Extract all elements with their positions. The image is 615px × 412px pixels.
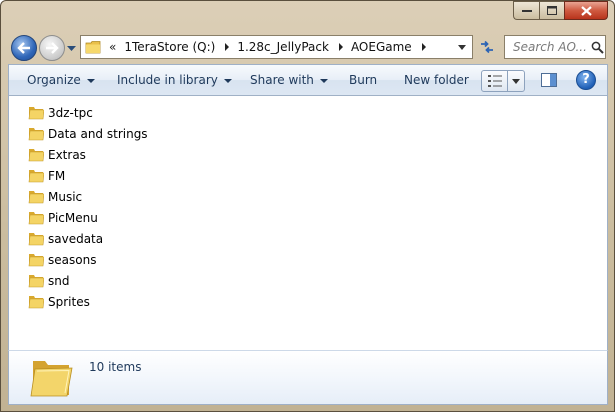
search-input[interactable] <box>513 40 589 54</box>
folder-icon <box>28 106 44 119</box>
folder-icon <box>28 295 44 308</box>
chevron-down-icon <box>223 78 232 83</box>
folder-icon <box>28 190 44 203</box>
forward-arrow-icon <box>46 42 59 54</box>
maximize-icon <box>547 6 557 15</box>
chevron-down-icon <box>86 78 95 83</box>
burn-label: Burn <box>349 73 378 87</box>
item-name: 3dz-tpc <box>48 105 93 120</box>
list-item[interactable]: Extras <box>28 144 86 165</box>
list-item[interactable]: 3dz-tpc <box>28 102 93 123</box>
folder-icon <box>28 274 44 287</box>
change-view-control <box>481 70 525 92</box>
breadcrumb-aoegame[interactable]: AOEGame <box>351 40 412 54</box>
list-item[interactable]: PicMenu <box>28 207 98 228</box>
maximize-button[interactable] <box>539 1 564 20</box>
share-with-menu[interactable]: Share with <box>250 65 328 95</box>
folder-icon <box>28 169 44 182</box>
close-button[interactable] <box>564 1 608 20</box>
close-icon <box>580 5 592 16</box>
view-dropdown-button[interactable] <box>508 71 524 91</box>
list-item[interactable]: seasons <box>28 249 96 270</box>
chevron-down-icon <box>319 78 328 83</box>
item-name: Data and strings <box>48 126 148 141</box>
search-box[interactable] <box>504 35 606 59</box>
command-bar: Organize Include in library Share with B… <box>8 64 608 96</box>
organize-label: Organize <box>27 73 81 87</box>
folder-icon <box>28 127 44 140</box>
folder-icon <box>85 41 101 54</box>
organize-menu[interactable]: Organize <box>27 65 95 95</box>
change-view-button[interactable] <box>482 71 509 91</box>
folder-icon <box>28 253 44 266</box>
list-item[interactable]: FM <box>28 165 65 186</box>
minimize-icon <box>521 9 532 12</box>
refresh-icon <box>481 40 493 54</box>
caption-buttons <box>513 1 608 20</box>
recent-pages-dropdown-icon[interactable] <box>67 44 76 52</box>
folder-icon <box>28 148 44 161</box>
burn-button[interactable]: Burn <box>349 65 377 95</box>
file-list: 3dz-tpc Data and strings Extras FM Music… <box>8 96 608 350</box>
address-bar[interactable]: « 1TeraStore (Q:) 1.28c_JellyPack AOEGam… <box>80 35 473 59</box>
item-count: 10 items <box>89 360 142 374</box>
item-name: PicMenu <box>48 210 98 225</box>
forward-button[interactable] <box>39 35 65 61</box>
chevron-down-icon <box>512 78 521 84</box>
list-item[interactable]: Sprites <box>28 291 90 312</box>
address-history-dropdown-icon[interactable] <box>458 45 466 50</box>
folder-icon <box>28 211 44 224</box>
list-item[interactable]: Data and strings <box>28 123 148 144</box>
item-name: Sprites <box>48 294 90 309</box>
back-button[interactable] <box>11 35 37 61</box>
folder-large-icon <box>30 361 73 397</box>
refresh-button[interactable] <box>475 35 499 59</box>
include-in-library-label: Include in library <box>117 73 218 87</box>
details-view-icon <box>487 75 502 87</box>
item-name: snd <box>48 273 70 288</box>
explorer-window: « 1TeraStore (Q:) 1.28c_JellyPack AOEGam… <box>0 0 615 412</box>
list-item[interactable]: snd <box>28 270 69 291</box>
new-folder-label: New folder <box>404 73 469 87</box>
back-arrow-icon <box>17 42 30 54</box>
breadcrumb-separator-icon[interactable] <box>225 43 230 51</box>
minimize-button[interactable] <box>513 1 539 20</box>
item-name: savedata <box>48 231 104 246</box>
breadcrumb-separator-icon[interactable] <box>338 43 343 51</box>
item-name: FM <box>48 168 66 183</box>
breadcrumb-overflow[interactable]: « <box>109 40 116 54</box>
breadcrumb-drive[interactable]: 1TeraStore (Q:) <box>124 40 215 54</box>
new-folder-button[interactable]: New folder <box>404 65 469 95</box>
details-pane: 10 items <box>8 350 608 405</box>
help-button[interactable]: ? <box>576 70 596 90</box>
list-item[interactable]: savedata <box>28 228 103 249</box>
item-name: Music <box>48 189 83 204</box>
search-icon[interactable] <box>591 41 604 54</box>
include-in-library-menu[interactable]: Include in library <box>117 65 232 95</box>
share-with-label: Share with <box>250 73 314 87</box>
item-name: seasons <box>48 252 97 267</box>
list-item[interactable]: Music <box>28 186 82 207</box>
folder-icon <box>28 232 44 245</box>
breadcrumb-separator-icon[interactable] <box>421 43 426 51</box>
preview-pane-icon[interactable] <box>541 72 557 88</box>
breadcrumb-jellypack[interactable]: 1.28c_JellyPack <box>237 40 329 54</box>
item-name: Extras <box>48 147 86 162</box>
